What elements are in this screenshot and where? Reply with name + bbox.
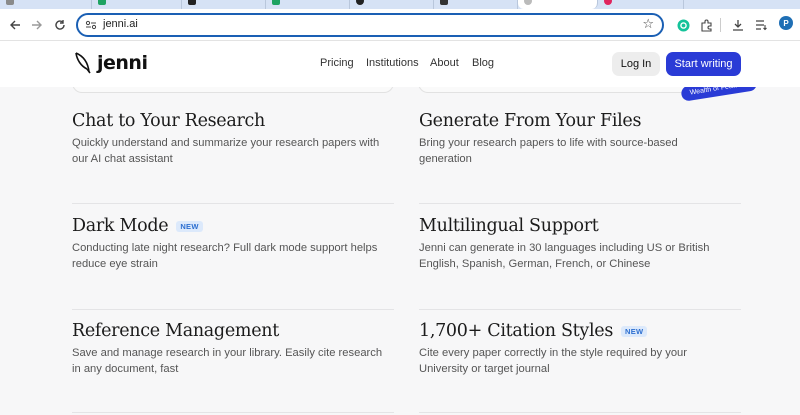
feature-dark-mode: Dark Mode NEW Conducting late night resea… — [72, 216, 402, 272]
row-divider — [419, 203, 741, 204]
address-url[interactable]: jenni.ai — [103, 18, 138, 30]
feature-title-text: 1,700+ Citation Styles — [419, 321, 614, 341]
arrow-left-icon — [10, 20, 20, 30]
nav-link-about[interactable]: About — [430, 57, 459, 69]
browser-tab[interactable] — [92, 0, 182, 9]
description-line: our AI chat assistant — [72, 153, 173, 165]
feature-description: Bring your research papers to life with … — [419, 135, 749, 167]
browser-toolbar: jenni.ai ☆ — [0, 9, 800, 41]
feature-description: Jenni can generate in 30 languages inclu… — [419, 240, 749, 272]
description-line: reduce eye strain — [72, 258, 158, 270]
quill-pen-icon — [75, 52, 91, 74]
feature-title: 1,700+ Citation Styles NEW — [419, 321, 749, 341]
browser-tab[interactable] — [0, 0, 92, 9]
feature-title-text: Chat to Your Research — [72, 111, 266, 131]
description-line: Bring your research papers to life with … — [419, 137, 678, 149]
nav-link-pricing[interactable]: Pricing — [320, 57, 354, 69]
jenni-logo[interactable]: jenni — [73, 52, 148, 74]
arrow-right-icon — [32, 20, 42, 30]
back-button[interactable] — [5, 15, 25, 35]
start-writing-button[interactable]: Start writing — [666, 52, 741, 76]
toolbar-divider — [720, 18, 721, 32]
description-line: Conducting late night research? Full dar… — [72, 242, 378, 254]
site-info-icon[interactable] — [85, 19, 97, 31]
row-divider — [72, 203, 394, 204]
profile-avatar[interactable]: P — [779, 16, 793, 30]
address-bar[interactable]: jenni.ai ☆ — [76, 13, 664, 37]
tab-favicon-icon — [272, 0, 280, 5]
features-section: Wealth of Features Chat to Your Research… — [0, 87, 800, 415]
feature-title: Multilingual Support — [419, 216, 749, 236]
reading-list-icon[interactable] — [752, 16, 770, 34]
description-line: generation — [419, 153, 472, 165]
site-header: jenni Pricing Institutions About Blog Lo… — [0, 41, 800, 87]
tab-favicon-icon — [6, 0, 14, 5]
tab-favicon-icon — [440, 0, 448, 5]
extensions-puzzle-icon[interactable] — [697, 16, 715, 34]
tab-favicon-icon — [188, 0, 196, 5]
feature-title-text: Multilingual Support — [419, 216, 599, 236]
downloads-icon[interactable] — [729, 16, 747, 34]
nav-link-institutions[interactable]: Institutions — [366, 57, 419, 69]
feature-reference-management: Reference Management Save and manage res… — [72, 321, 402, 377]
feature-description: Save and manage research in your library… — [72, 345, 402, 377]
reload-button[interactable] — [50, 15, 70, 35]
row-divider — [419, 412, 741, 413]
browser-tab-active[interactable] — [518, 0, 598, 9]
tab-favicon-icon — [604, 0, 612, 5]
browser-tab[interactable] — [434, 0, 518, 9]
description-line: University or target journal — [419, 363, 550, 375]
description-line: Jenni can generate in 30 languages inclu… — [419, 242, 710, 254]
description-line: Save and manage research in your library… — [72, 347, 383, 359]
row-divider — [419, 309, 741, 310]
feature-title-text: Reference Management — [72, 321, 279, 341]
browser-tab[interactable] — [350, 0, 434, 9]
browser-tab[interactable] — [182, 0, 266, 9]
feature-title: Generate From Your Files — [419, 111, 749, 131]
feature-title-text: Generate From Your Files — [419, 111, 642, 131]
feature-chat-to-research: Chat to Your Research Quickly understand… — [72, 111, 402, 167]
description-line: in any document, fast — [72, 363, 179, 375]
row-divider — [72, 412, 394, 413]
feature-citation-styles: 1,700+ Citation Styles NEW Cite every pap… — [419, 321, 749, 377]
logo-wordmark: jenni — [97, 52, 148, 74]
feature-title: Reference Management — [72, 321, 402, 341]
tab-favicon-icon — [98, 0, 106, 5]
feature-description: Conducting late night research? Full dar… — [72, 240, 402, 272]
new-badge: NEW — [176, 220, 203, 232]
card-bottom-edge — [72, 87, 394, 93]
feature-title-text: Dark Mode — [72, 216, 169, 236]
forward-button[interactable] — [27, 15, 47, 35]
new-badge: NEW — [621, 325, 648, 337]
grammarly-extension-icon[interactable] — [674, 16, 692, 34]
feature-description: Cite every paper correctly in the style … — [419, 345, 749, 377]
browser-tab[interactable] — [266, 0, 350, 9]
tab-favicon-icon — [356, 0, 364, 5]
feature-title: Chat to Your Research — [72, 111, 402, 131]
feature-title: Dark Mode NEW — [72, 216, 402, 236]
description-line: Quickly understand and summarize your re… — [72, 137, 380, 149]
reload-icon — [55, 20, 65, 30]
login-button[interactable]: Log In — [612, 52, 660, 76]
row-divider — [72, 309, 394, 310]
bookmark-star-icon[interactable]: ☆ — [642, 16, 654, 32]
feature-generate-from-files: Generate From Your Files Bring your rese… — [419, 111, 749, 167]
browser-tab[interactable] — [598, 0, 684, 9]
tab-strip — [0, 0, 800, 9]
feature-multilingual-support: Multilingual Support Jenni can generate … — [419, 216, 749, 272]
description-line: Cite every paper correctly in the style … — [419, 347, 687, 359]
nav-link-blog[interactable]: Blog — [472, 57, 494, 69]
features-ribbon: Wealth of Features — [680, 87, 758, 102]
description-line: English, Spanish, German, French, or Chi… — [419, 258, 651, 270]
tab-favicon-icon — [524, 0, 532, 5]
feature-description: Quickly understand and summarize your re… — [72, 135, 402, 167]
